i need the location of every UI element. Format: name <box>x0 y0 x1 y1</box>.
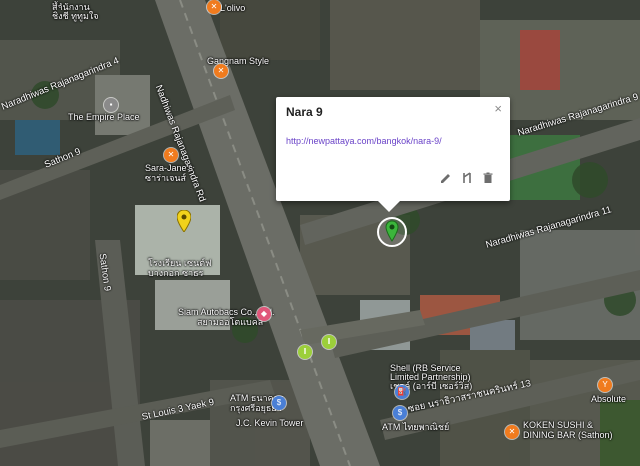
place-label-thai-3: ชิงชี ทูทูมใจ <box>52 11 99 21</box>
place-label-siam-autobacs-th: สยามออโตแบคส์ <box>197 317 264 327</box>
popup-link[interactable]: http://newpattaya.com/bangkok/nara-9/ <box>286 136 442 146</box>
place-label-sara-janes: Sara-Jane's <box>145 163 193 173</box>
gas-station-icon[interactable]: ⛽ <box>395 385 409 399</box>
popup-title: Nara 9 <box>286 105 323 119</box>
place-label-lolivo: L'olivo <box>220 3 246 13</box>
place-label-school-1: โรงเรียน เซนต์ฟ <box>148 258 212 268</box>
place-label-koken-2: DINING BAR (Sathon) <box>523 430 613 440</box>
restaurant-icon[interactable]: ✕ <box>207 0 221 14</box>
place-label-school-2: บางกอก ซาธร <box>148 268 204 278</box>
atm-icon[interactable]: $ <box>393 406 407 420</box>
place-label-atm-2: ATM ไทยพาณิชย์ <box>382 422 450 432</box>
place-label-kevin: J.C. Kevin Tower <box>236 418 304 428</box>
traffic-signal-icon: ‖ <box>322 335 336 349</box>
restaurant-icon[interactable]: ✕ <box>505 425 519 439</box>
yellow-map-marker-icon[interactable] <box>177 210 191 232</box>
place-label-sara-janes-th: ซาร่าเจนส์ <box>145 173 187 183</box>
popup-toolbar <box>440 171 494 183</box>
close-icon[interactable]: × <box>494 101 502 116</box>
place-info-popup: Nara 9 × http://newpattaya.com/bangkok/n… <box>276 97 510 212</box>
building-icon[interactable]: ▪ <box>104 98 118 112</box>
traffic-signal-icon: ‖ <box>298 345 312 359</box>
place-label-koken-1: KOKEN SUSHI & <box>523 420 594 430</box>
delete-icon[interactable] <box>482 171 494 183</box>
restaurant-icon[interactable]: ✕ <box>214 64 228 78</box>
selected-green-map-marker-icon[interactable] <box>376 216 408 248</box>
map-view[interactable]: Nadhiwas Rajanagarindra Rd Naradhiwas Ra… <box>0 0 640 466</box>
edit-icon[interactable] <box>440 171 452 183</box>
shop-icon[interactable]: ◆ <box>257 307 271 321</box>
restaurant-icon[interactable]: ✕ <box>164 148 178 162</box>
place-label-empire: The Empire Place <box>68 112 140 122</box>
atm-icon[interactable]: $ <box>272 396 286 410</box>
directions-icon[interactable] <box>461 171 473 183</box>
bar-icon[interactable]: Y <box>598 378 612 392</box>
place-label-absolute: Absolute <box>591 394 627 404</box>
